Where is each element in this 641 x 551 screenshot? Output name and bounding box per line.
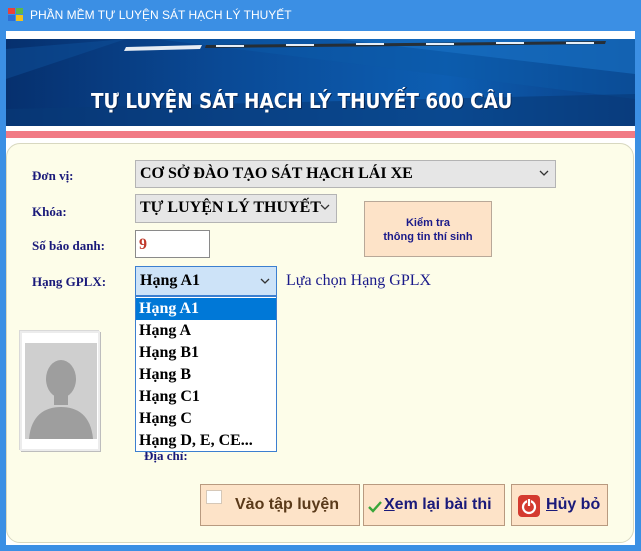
client-area: TỰ LUYỆN SÁT HẠCH LÝ THUYẾT 600 CÂU Đơn … — [6, 31, 635, 545]
cancel-label: ủy bỏ — [557, 496, 601, 513]
accent-bar — [6, 131, 635, 138]
check-info-button[interactable]: Kiểm tra thông tin thí sinh — [364, 201, 492, 257]
checkmark-icon — [368, 501, 382, 513]
app-window: PHẦN MỀM TỰ LUYỆN SÁT HẠCH LÝ THUYẾT TỰ … — [0, 0, 641, 551]
blank-icon — [206, 490, 222, 504]
review-label: em lại bài thi — [394, 496, 492, 513]
app-icon — [8, 8, 24, 22]
so-bao-danh-input[interactable]: 9 — [135, 230, 210, 258]
don-vi-select[interactable]: CƠ SỞ ĐÀO TẠO SÁT HẠCH LÁI XE — [135, 160, 556, 188]
window-title: PHẦN MỀM TỰ LUYỆN SÁT HẠCH LÝ THUYẾT — [30, 8, 292, 22]
khoa-value: TỰ LUYỆN LÝ THUYẾT — [140, 199, 321, 216]
so-bao-danh-value: 9 — [139, 236, 147, 253]
don-vi-label: Đơn vị: — [32, 168, 74, 183]
so-bao-danh-label: Số báo danh: — [32, 238, 105, 253]
start-practice-label: Vào tập luyện — [235, 496, 340, 513]
candidate-photo — [20, 331, 100, 451]
start-practice-button[interactable]: Vào tập luyện — [200, 484, 360, 526]
chevron-down-icon — [539, 170, 549, 176]
khoa-select[interactable]: TỰ LUYỆN LÝ THUYẾT — [135, 194, 337, 223]
hang-option[interactable]: Hạng B — [136, 364, 276, 386]
chevron-down-icon — [260, 278, 270, 284]
banner-title: TỰ LUYỆN SÁT HẠCH LÝ THUYẾT 600 CÂU — [91, 89, 513, 113]
cancel-accel: H — [546, 496, 558, 513]
title-bar[interactable]: PHẦN MỀM TỰ LUYỆN SÁT HẠCH LÝ THUYẾT — [0, 0, 641, 31]
banner: TỰ LUYỆN SÁT HẠCH LÝ THUYẾT 600 CÂU — [6, 39, 635, 126]
hang-option[interactable]: Hạng B1 — [136, 342, 276, 364]
hang-label: Hạng GPLX: — [32, 274, 107, 289]
hang-value: Hạng A1 — [140, 272, 201, 289]
cancel-button[interactable]: Hủy bỏ — [511, 484, 608, 526]
chevron-down-icon — [320, 204, 330, 210]
check-info-line1: Kiểm tra — [405, 217, 451, 229]
hang-option[interactable]: Hạng C — [136, 408, 276, 430]
person-silhouette-icon — [25, 343, 97, 439]
review-accel: X — [384, 496, 395, 513]
hang-option[interactable]: Hạng A1 — [136, 298, 276, 320]
hang-dropdown-list: Hạng A1 Hạng A Hạng B1 Hạng B Hạng C1 Hạ… — [135, 296, 277, 452]
check-info-line2: thông tin thí sinh — [383, 231, 473, 243]
power-icon — [518, 495, 540, 517]
hang-option[interactable]: Hạng D, E, CE... — [136, 430, 276, 452]
hang-option[interactable]: Hạng A — [136, 320, 276, 342]
don-vi-value: CƠ SỞ ĐÀO TẠO SÁT HẠCH LÁI XE — [140, 165, 413, 182]
khoa-label: Khóa: — [32, 204, 67, 219]
hang-option[interactable]: Hạng C1 — [136, 386, 276, 408]
hang-hint: Lựa chọn Hạng GPLX — [286, 272, 432, 289]
hang-select[interactable]: Hạng A1 — [135, 266, 277, 296]
review-test-button[interactable]: Xem lại bài thi — [363, 484, 505, 526]
